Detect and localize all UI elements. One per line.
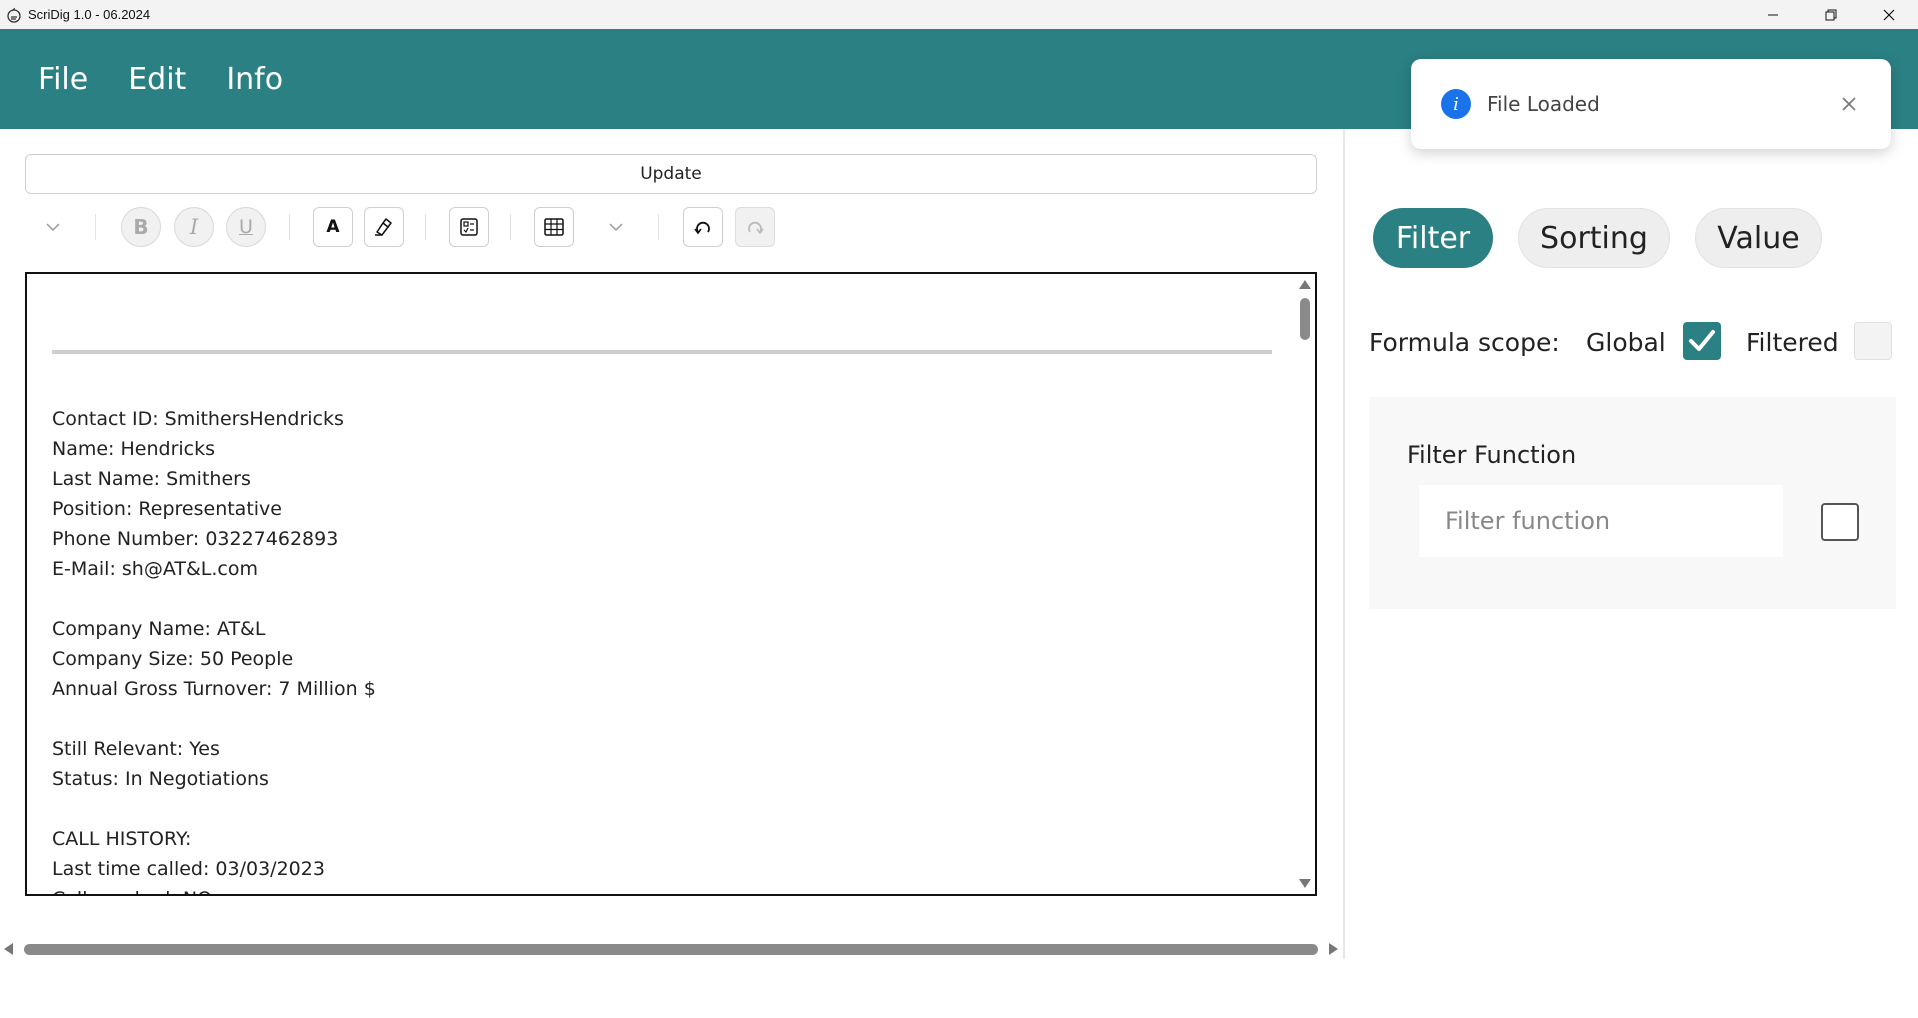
filter-function-title: Filter Function [1407,441,1577,469]
close-icon [1842,97,1856,111]
toolbar-separator [95,214,96,240]
close-window-button[interactable] [1860,0,1918,29]
filter-function-checkbox[interactable] [1821,503,1859,541]
checklist-icon [460,218,478,236]
minimize-button[interactable] [1744,0,1802,29]
editor-line: Last Name: Smithers [52,468,251,490]
restore-button[interactable] [1802,0,1860,29]
global-label: Global [1586,328,1666,357]
checkmark-icon [1689,330,1715,351]
tab-value[interactable]: Value [1695,208,1822,268]
checklist-button[interactable] [449,207,489,247]
editor-line: Phone Number: 03227462893 [52,528,339,550]
vertical-scrollbar[interactable] [1295,274,1315,894]
font-color-button[interactable]: A [313,207,353,247]
minimize-icon [1768,14,1778,15]
highlight-button[interactable] [364,207,404,247]
table-options-dropdown[interactable] [596,207,636,247]
notification-toast: i File Loaded [1411,59,1891,149]
underline-button[interactable]: U [226,207,266,247]
editor-line: Company Size: 50 People [52,648,294,670]
toast-message: File Loaded [1487,92,1600,116]
filtered-checkbox[interactable] [1854,322,1892,360]
menu-info[interactable]: Info [226,62,283,97]
editor-line: Call reached: NO [52,884,1252,894]
panel-divider [1343,129,1345,959]
window-controls [1744,0,1918,29]
scroll-left-icon[interactable] [4,943,13,955]
filtered-label: Filtered [1746,328,1839,357]
editor-line: Last time called: 03/03/2023 [52,858,325,880]
scroll-down-icon[interactable] [1299,879,1311,888]
editor-line: E-Mail: sh@AT&L.com [52,558,258,580]
editor-line: Status: In Negotiations [52,768,269,790]
formula-scope-label: Formula scope: [1369,328,1560,357]
highlighter-icon [375,218,392,236]
paragraph-style-dropdown[interactable] [33,207,73,247]
formula-scope-row: Formula scope: Global Filtered [1369,318,1899,368]
redo-icon [748,221,764,235]
scroll-right-icon[interactable] [1329,943,1338,955]
toolbar-separator [425,214,426,240]
toolbar-separator [658,214,659,240]
java-cup-icon [6,7,22,23]
info-icon: i [1441,89,1471,119]
rich-text-editor[interactable]: Contact ID: SmithersHendricks Name: Hend… [25,272,1317,896]
italic-button[interactable]: I [174,207,214,247]
redo-button[interactable] [735,207,775,247]
undo-button[interactable] [683,207,723,247]
restore-icon [1825,9,1837,20]
update-button[interactable]: Update [25,154,1317,194]
editor-line: Name: Hendricks [52,438,216,460]
chevron-down-icon [609,223,623,232]
window-title: ScriDig 1.0 - 06.2024 [28,7,151,22]
horizontal-rule [52,350,1272,354]
editor-line: Annual Gross Turnover: 7 Million $ [52,678,376,700]
chevron-down-icon [46,223,60,232]
scroll-up-icon[interactable] [1299,280,1311,289]
editor-toolbar: B I U A [25,204,1317,250]
close-icon [1883,9,1895,20]
editor-line: Contact ID: SmithersHendricks [52,408,344,430]
bold-button[interactable]: B [121,207,161,247]
undo-icon [694,221,710,235]
horizontal-scrollbar[interactable] [4,940,1338,958]
filter-function-panel: Filter Function [1369,397,1896,609]
editor-line: Position: Representative [52,498,282,520]
editor-line: CALL HISTORY: [52,828,192,850]
toolbar-separator [289,214,290,240]
tab-filter[interactable]: Filter [1373,208,1493,268]
menu-edit[interactable]: Edit [128,62,186,97]
vertical-scroll-thumb[interactable] [1300,298,1310,340]
editor-line: Still Relevant: Yes [52,738,220,760]
horizontal-scroll-thumb[interactable] [24,944,1318,955]
global-checkbox[interactable] [1683,322,1721,360]
tab-sorting[interactable]: Sorting [1518,208,1670,268]
toast-close-button[interactable] [1837,92,1861,116]
editor-line: Company Name: AT&L [52,618,266,640]
title-bar: ScriDig 1.0 - 06.2024 [0,0,1918,29]
menu-file[interactable]: File [38,62,88,97]
table-button[interactable] [534,207,574,247]
filter-function-input[interactable] [1419,485,1783,557]
toolbar-separator [510,214,511,240]
table-icon [544,218,564,236]
editor-content[interactable]: Contact ID: SmithersHendricks Name: Hend… [52,404,1252,894]
